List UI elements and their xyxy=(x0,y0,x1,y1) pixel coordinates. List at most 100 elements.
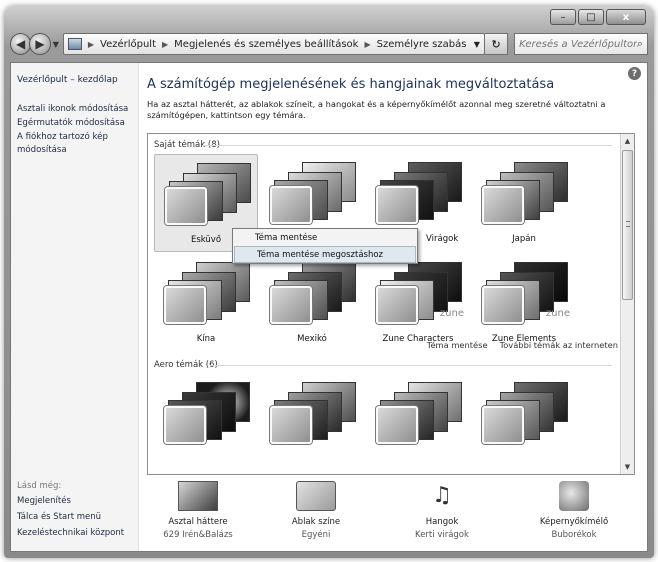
desktop-background-icon xyxy=(178,481,218,511)
theme-label: Virágok xyxy=(426,234,459,244)
theme-tile-aero[interactable] xyxy=(260,374,364,472)
context-menu-save-theme[interactable]: Téma mentése xyxy=(233,229,417,246)
forward-button[interactable]: ▶ xyxy=(29,33,51,55)
sidebar-link-desktop-icons[interactable]: Asztali ikonok módosítása xyxy=(17,103,137,116)
breadcrumb-separator-icon[interactable]: ▶ xyxy=(364,40,370,49)
breadcrumb-separator-icon[interactable]: ▶ xyxy=(88,40,94,49)
personalization-settings-bar: Asztal háttere 629 Irén&Balázs Ablak szí… xyxy=(147,481,645,551)
more-themes-online-link[interactable]: További témák az interneten xyxy=(500,340,618,350)
see-also-link-taskbar[interactable]: Tálca és Start menü xyxy=(17,512,139,522)
theme-tile-aero[interactable] xyxy=(472,374,576,472)
aero-themes-group-label: Aero témák (6) xyxy=(154,360,218,370)
theme-preview-stack xyxy=(480,160,570,228)
window-color-icon xyxy=(296,481,336,511)
setting-label: Ablak színe xyxy=(291,517,341,527)
theme-color-swatch xyxy=(376,286,418,324)
theme-preview-stack xyxy=(480,380,570,448)
screen-saver-setting[interactable]: Képernyőkímélő Buborékok xyxy=(519,481,629,540)
window: – □ x ◀ ▶ ▼ ▶ Vezérlőpult ▶ Megjelenés é… xyxy=(4,6,654,558)
theme-tile-zune-elements[interactable]: zune Zune Elements xyxy=(472,254,576,352)
scroll-grip-icon xyxy=(626,221,630,227)
address-dropdown-icon[interactable]: ▼ xyxy=(474,40,480,49)
setting-label: Képernyőkímélő xyxy=(539,517,609,527)
theme-links: Téma mentése További témák az interneten xyxy=(427,340,618,350)
theme-preview-stack xyxy=(268,260,358,328)
theme-preview-stack xyxy=(163,161,253,229)
see-also-link-ease-of-access[interactable]: Kezeléstechnikai központ xyxy=(17,528,139,538)
scroll-thumb[interactable] xyxy=(622,150,633,300)
screen-saver-icon xyxy=(559,481,589,511)
scroll-up-icon[interactable]: ▲ xyxy=(621,134,634,148)
theme-color-swatch xyxy=(270,286,312,324)
content-area: ? Vezérlőpult – kezdőlap Asztali ikonok … xyxy=(10,62,648,552)
sidebar-link-mouse-pointers[interactable]: Egérmutatók módosítása xyxy=(17,117,137,130)
page-title: A számítógép megjelenésének és hangjaina… xyxy=(147,77,555,92)
group-divider xyxy=(202,145,612,146)
scroll-down-icon[interactable]: ▼ xyxy=(621,460,634,474)
search-icon[interactable]: ⌕ xyxy=(637,37,643,51)
context-menu-save-theme-for-sharing[interactable]: Téma mentése megosztáshoz xyxy=(234,246,416,263)
setting-value: Egyéni xyxy=(301,530,331,540)
main-panel: A számítógép megjelenésének és hangjaina… xyxy=(147,63,645,551)
address-bar[interactable]: ▶ Vezérlőpult ▶ Megjelenés és személyes … xyxy=(62,33,485,55)
control-panel-icon xyxy=(67,38,82,50)
theme-preview-stack xyxy=(374,160,464,228)
refresh-button[interactable]: ↻ xyxy=(484,33,509,55)
theme-tile-china[interactable]: Kína xyxy=(154,254,258,352)
breadcrumb-separator-icon[interactable]: ▶ xyxy=(162,40,168,49)
breadcrumb-appearance[interactable]: Megjelenés és személyes beállítások xyxy=(174,39,358,50)
theme-tile-aero[interactable] xyxy=(366,374,470,472)
minimize-button[interactable]: – xyxy=(550,9,576,25)
see-also-title: Lásd még: xyxy=(17,481,62,491)
theme-tile-aero[interactable] xyxy=(154,374,258,472)
theme-tile-japan[interactable]: Japán xyxy=(472,154,576,252)
search-input[interactable] xyxy=(519,38,637,50)
theme-color-swatch xyxy=(164,406,206,444)
window-color-setting[interactable]: Ablak színe Egyéni xyxy=(261,481,371,540)
theme-label: Mexikó xyxy=(297,334,327,344)
search-box[interactable]: ⌕ xyxy=(514,33,648,55)
breadcrumb-personalization[interactable]: Személyre szabás xyxy=(377,39,467,50)
window-controls: – □ x xyxy=(550,9,646,25)
setting-value: Buborékok xyxy=(551,530,597,540)
close-button[interactable]: x xyxy=(606,9,646,25)
group-divider xyxy=(210,365,612,366)
theme-preview-stack xyxy=(268,380,358,448)
theme-color-swatch xyxy=(165,187,207,225)
theme-tile-mexico[interactable]: Mexikó xyxy=(260,254,364,352)
sidebar: Vezérlőpult – kezdőlap Asztali ikonok mó… xyxy=(11,63,139,551)
sidebar-task-links: Asztali ikonok módosítása Egérmutatók mó… xyxy=(17,103,137,158)
theme-color-swatch xyxy=(482,186,524,224)
desktop-background-setting[interactable]: Asztal háttere 629 Irén&Balázs xyxy=(143,481,253,540)
setting-label: Hangok xyxy=(425,517,459,527)
setting-value: 629 Irén&Balázs xyxy=(163,530,233,540)
maximize-button[interactable]: □ xyxy=(578,9,604,25)
sidebar-link-account-picture[interactable]: A fiókhoz tartozó kép módosítása xyxy=(17,131,137,157)
theme-preview-stack xyxy=(162,380,252,448)
theme-color-swatch xyxy=(376,186,418,224)
theme-color-swatch xyxy=(270,186,312,224)
theme-color-swatch xyxy=(482,286,524,324)
breadcrumb-control-panel[interactable]: Vezérlőpult xyxy=(100,39,156,50)
context-menu: Téma mentése Téma mentése megosztáshoz xyxy=(232,228,418,264)
recent-pages-dropdown-icon[interactable]: ▼ xyxy=(53,40,59,49)
zune-logo: zune xyxy=(439,308,464,319)
theme-tile-zune-characters[interactable]: zune Zune Characters xyxy=(366,254,470,352)
music-notes-icon: ♫ xyxy=(432,483,452,508)
see-also-link-display[interactable]: Megjelenítés xyxy=(17,496,139,506)
theme-preview-stack xyxy=(268,160,358,228)
sidebar-home-link[interactable]: Vezérlőpult – kezdőlap xyxy=(17,75,118,85)
see-also-section: Lásd még: Megjelenítés Tálca és Start me… xyxy=(17,481,139,544)
theme-color-swatch xyxy=(270,406,312,444)
theme-list: Saját témák (8) Esküvő Virágok Japán Kín… xyxy=(147,133,635,475)
zune-logo: zune xyxy=(545,308,570,319)
theme-preview-stack xyxy=(374,380,464,448)
navigation-toolbar: ◀ ▶ ▼ ▶ Vezérlőpult ▶ Megjelenés és szem… xyxy=(10,30,648,58)
save-theme-link[interactable]: Téma mentése xyxy=(427,340,488,350)
theme-list-scrollbar[interactable]: ▲ ▼ xyxy=(620,134,634,474)
back-button[interactable]: ◀ xyxy=(10,33,32,55)
setting-label: Asztal háttere xyxy=(168,517,228,527)
sounds-setting[interactable]: ♫ Hangok Kerti virágok xyxy=(387,481,497,540)
theme-color-swatch xyxy=(164,286,206,324)
theme-label: Japán xyxy=(512,234,536,244)
